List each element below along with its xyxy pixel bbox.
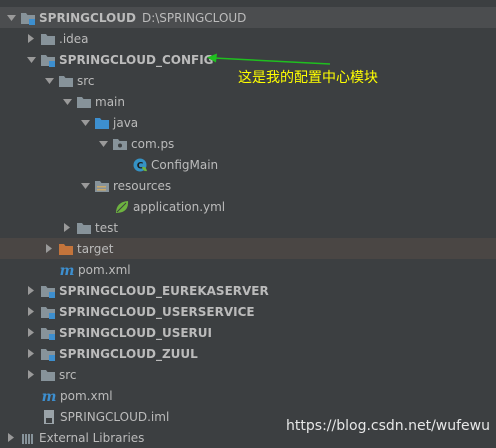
folder-icon	[76, 94, 92, 110]
tree-row-label: SPRINGCLOUD.iml	[60, 409, 170, 424]
tree-row-com-ps[interactable]: com.ps	[0, 133, 496, 154]
annotation-text: 这是我的配置中心模块	[238, 70, 378, 86]
tree-row-label: SPRINGCLOUD_USERSERVICE	[59, 304, 255, 319]
folder-icon	[76, 220, 92, 236]
chevron-right-icon[interactable]	[26, 33, 36, 45]
tree-row-target[interactable]: target	[0, 238, 496, 259]
maven-m-icon: m	[41, 388, 57, 404]
tree-row-label: External Libraries	[39, 430, 145, 445]
chevron-down-icon[interactable]	[80, 180, 90, 192]
tree-row-label: com.ps	[131, 136, 175, 151]
chevron-right-icon[interactable]	[44, 243, 54, 255]
tree-row-label: SPRINGCLOUD_CONFIG	[59, 52, 214, 67]
tree-row-label: application.yml	[133, 199, 226, 214]
tree-row-label: SPRINGCLOUD_ZUUL	[59, 346, 198, 361]
chevron-right-icon[interactable]	[26, 306, 36, 318]
tree-row-springcloud-userservice[interactable]: SPRINGCLOUD_USERSERVICE	[0, 301, 496, 322]
tree-row-root-src[interactable]: src	[0, 364, 496, 385]
tree-row-label: ConfigMain	[151, 157, 219, 172]
tree-row-label: main	[95, 94, 125, 109]
tree-row-label: java	[113, 115, 139, 130]
module-folder-icon	[40, 304, 56, 320]
spring-class-icon: C	[132, 157, 148, 173]
svg-text:m: m	[60, 263, 75, 277]
tree-row-springcloud-root[interactable]: SPRINGCLOUD D:\SPRINGCLOUD	[0, 7, 496, 28]
chevron-right-icon[interactable]	[62, 222, 72, 234]
watermark-text: https://blog.csdn.net/wufewu	[286, 418, 490, 434]
module-folder-icon	[40, 325, 56, 341]
tree-row-label: src	[59, 367, 77, 382]
tree-row-resources[interactable]: resources	[0, 175, 496, 196]
resources-folder-icon	[94, 178, 110, 194]
tree-row-path: D:\SPRINGCLOUD	[141, 10, 247, 25]
tree-row-main[interactable]: main	[0, 91, 496, 112]
package-icon	[112, 136, 128, 152]
chevron-down-icon[interactable]	[98, 138, 108, 150]
tree-row-label: .idea	[59, 31, 89, 46]
folder-icon	[40, 31, 56, 47]
module-folder-icon	[40, 283, 56, 299]
tree-row-label: target	[77, 241, 114, 256]
tree-row-application-yml[interactable]: application.yml	[0, 196, 496, 217]
spring-leaf-icon	[114, 199, 130, 215]
tree-row-configmain[interactable]: C ConfigMain	[0, 154, 496, 175]
svg-text:m: m	[42, 389, 57, 403]
folder-icon	[58, 73, 74, 89]
tree-row-idea[interactable]: .idea	[0, 28, 496, 49]
tree-row-label: pom.xml	[60, 388, 113, 403]
chevron-down-icon[interactable]	[80, 117, 90, 129]
tree-row-springcloud-eurekaserver[interactable]: SPRINGCLOUD_EUREKASERVER	[0, 280, 496, 301]
tree-row-label: test	[95, 220, 119, 235]
iml-file-icon	[41, 409, 57, 425]
libraries-icon	[20, 430, 36, 446]
tree-row-label: src	[77, 73, 95, 88]
module-folder-icon	[40, 52, 56, 68]
chevron-down-icon[interactable]	[26, 54, 36, 66]
tree-row-root-pom-xml[interactable]: m pom.xml	[0, 385, 496, 406]
tree-row-java[interactable]: java	[0, 112, 496, 133]
chevron-right-icon[interactable]	[26, 327, 36, 339]
tree-row-label: SPRINGCLOUD	[39, 10, 136, 25]
tree-row-label: resources	[113, 178, 172, 193]
chevron-right-icon[interactable]	[26, 285, 36, 297]
tree-row-label: pom.xml	[78, 262, 131, 277]
excluded-folder-icon	[58, 241, 74, 257]
tree-row-springcloud-userui[interactable]: SPRINGCLOUD_USERUI	[0, 322, 496, 343]
chevron-down-icon[interactable]	[44, 75, 54, 87]
tree-row-label: SPRINGCLOUD_USERUI	[59, 325, 212, 340]
tree-row-label: SPRINGCLOUD_EUREKASERVER	[59, 283, 269, 298]
tree-row-test[interactable]: test	[0, 217, 496, 238]
chevron-right-icon[interactable]	[26, 369, 36, 381]
module-folder-icon	[40, 346, 56, 362]
tree-row-springcloud-zuul[interactable]: SPRINGCLOUD_ZUUL	[0, 343, 496, 364]
folder-icon	[40, 367, 56, 383]
module-folder-icon	[20, 10, 36, 26]
chevron-down-icon[interactable]	[6, 12, 16, 24]
tree-row-pom-xml[interactable]: m pom.xml	[0, 259, 496, 280]
source-folder-icon	[94, 115, 110, 131]
svg-text:C: C	[137, 161, 144, 171]
chevron-down-icon[interactable]	[62, 96, 72, 108]
chevron-right-icon[interactable]	[26, 348, 36, 360]
maven-m-icon: m	[59, 262, 75, 278]
